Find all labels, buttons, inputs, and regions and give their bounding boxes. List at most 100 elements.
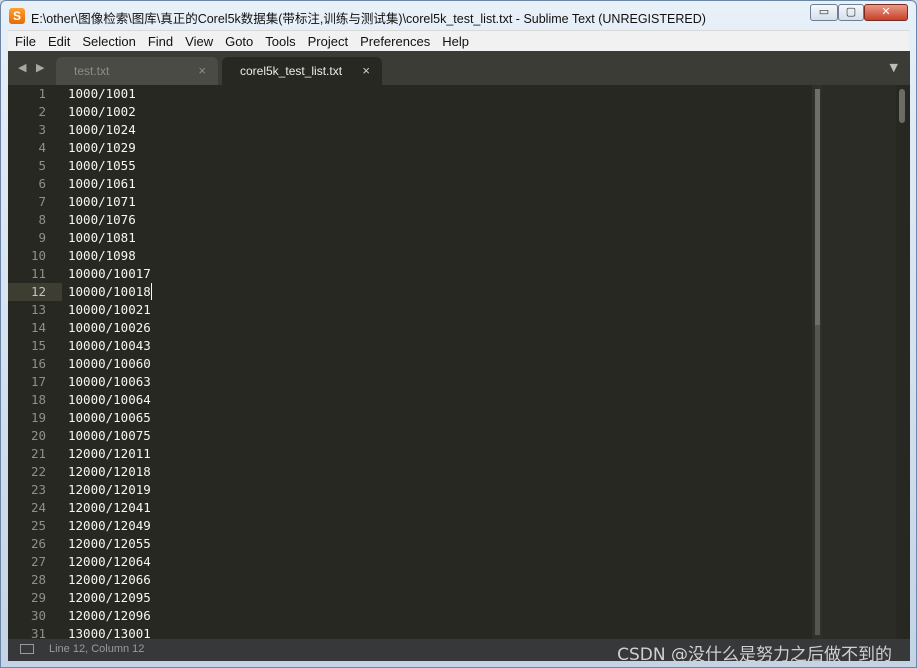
line-number: 30	[30, 608, 46, 623]
line-number: 28	[30, 572, 46, 587]
code-line[interactable]: 1000/1076	[68, 211, 136, 229]
code-line[interactable]: 1000/1024	[68, 121, 136, 139]
line-number: 17	[30, 374, 46, 389]
text-caret	[150, 283, 152, 300]
menu-edit[interactable]: Edit	[41, 31, 75, 50]
tab-nav-arrows-icon[interactable]: ◀ ▶	[18, 61, 47, 74]
menu-tools[interactable]: Tools	[258, 31, 300, 50]
menu-selection[interactable]: Selection	[75, 31, 140, 50]
line-number: 24	[30, 500, 46, 515]
menu-bar: File Edit Selection Find View Goto Tools Projec…	[8, 30, 909, 52]
code-line[interactable]: 1000/1081	[68, 229, 136, 247]
minimap-viewport[interactable]	[815, 89, 820, 325]
minimap-content	[815, 325, 820, 635]
code-line[interactable]: 1000/1029	[68, 139, 136, 157]
cursor-position: Line 12, Column 12	[49, 643, 145, 655]
line-number: 1	[38, 86, 46, 101]
code-line[interactable]: 12000/12049	[68, 517, 151, 535]
line-number: 14	[30, 320, 46, 335]
code-line[interactable]: 12000/12055	[68, 535, 151, 553]
line-number: 6	[38, 176, 46, 191]
line-number-gutter: 1 2 3 4 5 6 7 8 9 10 11 12 13 14 15 16 17 18 19 20 21 22 23 24 2…	[8, 85, 62, 641]
tab-label: test.txt	[74, 64, 110, 78]
text-editor[interactable]: 1000/1001 1000/1002 1000/1024 1000/1029 1000…	[62, 85, 812, 641]
menu-view[interactable]: View	[178, 31, 218, 50]
watermark: CSDN @没什么是努力之后做不到的	[617, 645, 892, 665]
line-number: 27	[30, 554, 46, 569]
line-number: 3	[38, 122, 46, 137]
tab-close-icon[interactable]: ×	[198, 63, 206, 78]
line-number: 22	[30, 464, 46, 479]
code-line[interactable]: 10000/10021	[68, 301, 151, 319]
code-line[interactable]: 10000/10065	[68, 409, 151, 427]
code-line[interactable]: 1000/1001	[68, 85, 136, 103]
close-window-button[interactable]: ✕	[864, 4, 908, 21]
line-number: 9	[38, 230, 46, 245]
code-line[interactable]: 10000/10017	[68, 265, 151, 283]
maximize-button[interactable]: ▢	[838, 4, 864, 21]
tab-label: corel5k_test_list.txt	[240, 64, 343, 78]
code-line[interactable]: 1000/1071	[68, 193, 136, 211]
code-line[interactable]: 10000/10060	[68, 355, 151, 373]
line-number: 13	[30, 302, 46, 317]
tab-dropdown-icon[interactable]: ▼	[890, 61, 898, 74]
tab-test-txt[interactable]: test.txt ×	[56, 57, 218, 85]
menu-goto[interactable]: Goto	[218, 31, 258, 50]
status-bar: Line 12, Column 12 CSDN @没什么是努力之后做不到的	[8, 639, 910, 665]
line-number: 7	[38, 194, 46, 209]
line-number: 26	[30, 536, 46, 551]
line-number: 2	[38, 104, 46, 119]
code-line[interactable]: 1000/1098	[68, 247, 136, 265]
menu-file[interactable]: File	[8, 31, 41, 50]
sublime-text-icon: S	[9, 8, 25, 24]
menu-help[interactable]: Help	[435, 31, 474, 50]
minimize-button[interactable]: ▭	[810, 4, 838, 21]
panel-toggle-icon[interactable]	[20, 644, 34, 654]
code-line[interactable]: 1000/1002	[68, 103, 136, 121]
title-bar[interactable]: S E:\other\图像检索\图库\真正的Corel5k数据集(带标注,训练与…	[1, 1, 916, 31]
menu-find[interactable]: Find	[141, 31, 178, 50]
code-line[interactable]: 12000/12018	[68, 463, 151, 481]
code-line[interactable]: 10000/10075	[68, 427, 151, 445]
line-number: 5	[38, 158, 46, 173]
code-line[interactable]: 12000/12095	[68, 589, 151, 607]
overview-panel	[822, 85, 896, 641]
code-line[interactable]: 10000/10043	[68, 337, 151, 355]
line-number: 23	[30, 482, 46, 497]
code-line[interactable]: 12000/12066	[68, 571, 151, 589]
line-number: 21	[30, 446, 46, 461]
line-number: 12	[30, 284, 46, 299]
code-line[interactable]: 10000/10018	[68, 283, 151, 301]
line-number: 19	[30, 410, 46, 425]
tab-bar: ◀ ▶ test.txt × corel5k_test_list.txt × ▼	[8, 51, 910, 85]
line-number: 16	[30, 356, 46, 371]
line-number: 15	[30, 338, 46, 353]
code-line[interactable]: 12000/12041	[68, 499, 151, 517]
line-number: 10	[30, 248, 46, 263]
line-number: 11	[30, 266, 46, 281]
line-number: 20	[30, 428, 46, 443]
minimap[interactable]	[812, 85, 822, 641]
code-line[interactable]: 12000/12096	[68, 607, 151, 625]
code-line[interactable]: 10000/10063	[68, 373, 151, 391]
code-line[interactable]: 10000/10064	[68, 391, 151, 409]
app-window: S E:\other\图像检索\图库\真正的Corel5k数据集(带标注,训练与…	[0, 0, 917, 668]
tab-close-icon[interactable]: ×	[362, 63, 370, 78]
code-line[interactable]: 1000/1061	[68, 175, 136, 193]
line-number: 4	[38, 140, 46, 155]
editor-area: ◀ ▶ test.txt × corel5k_test_list.txt × ▼…	[8, 51, 910, 641]
menu-preferences[interactable]: Preferences	[353, 31, 435, 50]
code-line[interactable]: 1000/1055	[68, 157, 136, 175]
window-title: E:\other\图像检索\图库\真正的Corel5k数据集(带标注,训练与测试…	[31, 12, 706, 26]
line-number: 29	[30, 590, 46, 605]
code-line[interactable]: 10000/10026	[68, 319, 151, 337]
code-line[interactable]: 12000/12011	[68, 445, 151, 463]
line-number: 25	[30, 518, 46, 533]
menu-project[interactable]: Project	[301, 31, 353, 50]
line-number: 18	[30, 392, 46, 407]
code-line[interactable]: 12000/12019	[68, 481, 151, 499]
vertical-scrollbar[interactable]	[896, 85, 910, 641]
scrollbar-thumb[interactable]	[899, 89, 905, 123]
tab-corel5k-test-list[interactable]: corel5k_test_list.txt ×	[222, 57, 382, 85]
code-line[interactable]: 12000/12064	[68, 553, 151, 571]
